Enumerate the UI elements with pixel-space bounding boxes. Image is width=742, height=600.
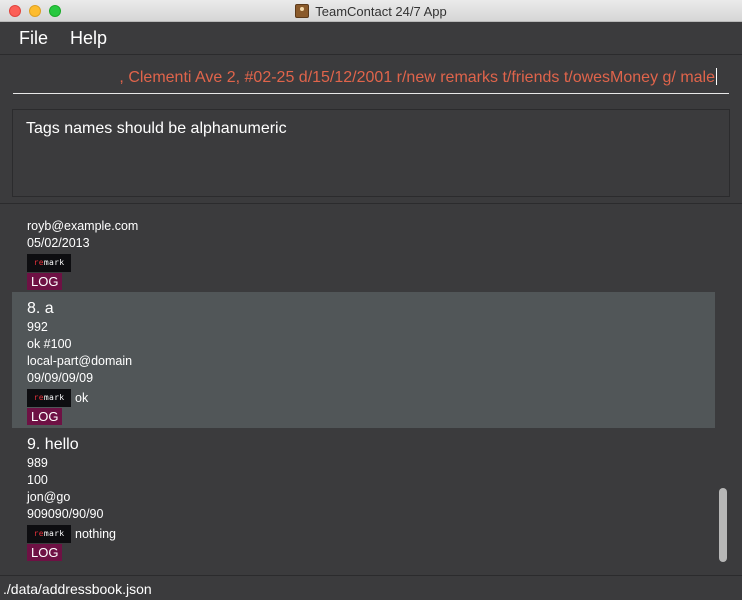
person-name: 9. hello	[27, 436, 79, 453]
status-bar: ./data/addressbook.json	[0, 575, 742, 600]
text-caret	[716, 68, 717, 85]
remark-label-suffix: mark	[43, 393, 65, 402]
command-value: , Clementi Ave 2, #02-25 d/15/12/2001 r/…	[119, 69, 715, 86]
remark-row: re mark nothing	[27, 524, 715, 543]
tag-label: LOG	[27, 544, 63, 561]
command-input[interactable]: , Clementi Ave 2, #02-25 d/15/12/2001 r/…	[13, 64, 729, 94]
menu-help[interactable]: Help	[59, 22, 118, 55]
menu-file[interactable]: File	[8, 22, 59, 55]
person-email: jon@go	[27, 490, 71, 504]
person-name: 8. a	[27, 300, 54, 317]
command-input-text: , Clementi Ave 2, #02-25 d/15/12/2001 r/…	[119, 68, 717, 87]
result-display[interactable]: Tags names should be alphanumeric	[12, 109, 730, 197]
tag-label: LOG	[27, 408, 63, 425]
result-message: Tags names should be alphanumeric	[26, 120, 287, 137]
remark-value: ok	[75, 390, 89, 405]
window-title-group: TeamContact 24/7 App	[0, 0, 742, 22]
menu-bar: File Help	[0, 22, 742, 55]
person-email: royb@example.com	[27, 219, 139, 233]
remark-label-prefix: re	[33, 258, 44, 267]
person-date: 05/02/2013	[27, 236, 90, 250]
person-card-7[interactable]: royb@example.com 05/02/2013 re mark LOG	[12, 214, 715, 292]
tag-label: LOG	[27, 273, 63, 290]
scrollbar-thumb[interactable]	[719, 488, 727, 562]
remark-label-suffix: mark	[43, 529, 65, 538]
title-bar: TeamContact 24/7 App	[0, 0, 742, 22]
app-icon	[295, 4, 310, 18]
person-date: 909090/90/90	[27, 507, 104, 521]
person-phone: 989	[27, 456, 48, 470]
person-list[interactable]: royb@example.com 05/02/2013 re mark LOG 8…	[12, 214, 715, 569]
save-location: ./data/addressbook.json	[3, 581, 152, 597]
remark-label-suffix: mark	[43, 258, 65, 267]
person-list-panel: royb@example.com 05/02/2013 re mark LOG 8…	[0, 205, 742, 575]
remark-label: re mark	[27, 388, 71, 407]
person-card-9[interactable]: 9. hello 989 100 jon@go 909090/90/90 re m…	[12, 428, 715, 569]
remark-row: re mark ok	[27, 388, 715, 407]
remark-label: re mark	[27, 253, 71, 272]
person-phone: 992	[27, 320, 48, 334]
person-email: local-part@domain	[27, 354, 133, 368]
remark-label: re mark	[27, 524, 71, 543]
window-title: TeamContact 24/7 App	[315, 3, 447, 19]
command-area: , Clementi Ave 2, #02-25 d/15/12/2001 r/…	[0, 56, 742, 100]
result-display-area: Tags names should be alphanumeric	[0, 100, 742, 204]
remark-label-prefix: re	[33, 393, 44, 402]
person-address: ok #100	[27, 337, 72, 351]
remark-value: nothing	[75, 526, 117, 541]
person-address: 100	[27, 473, 48, 487]
list-scrollbar[interactable]	[715, 214, 730, 569]
person-date: 09/09/09/09	[27, 371, 94, 385]
remark-label-prefix: re	[33, 529, 44, 538]
remark-row: re mark	[27, 253, 715, 272]
person-card-8[interactable]: 8. a 992 ok #100 local-part@domain 09/09…	[12, 292, 715, 428]
